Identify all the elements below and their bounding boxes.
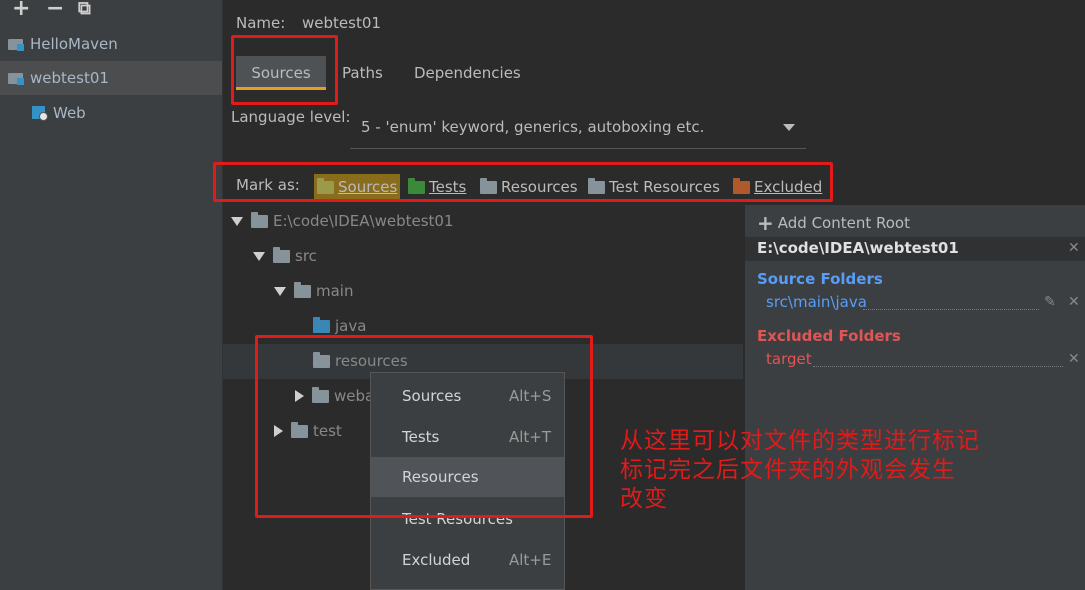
facet-label: Web [53,104,86,122]
folder-icon [294,281,311,298]
menu-item-label: Test Resources [402,510,513,528]
folder-icon [273,246,290,263]
folder-icon [251,211,268,228]
expand-down-icon[interactable] [253,251,265,261]
tree-item-main[interactable]: main [274,274,353,308]
tree-item-label: java [335,317,367,335]
tree-item-label: resources [335,352,408,370]
add-icon[interactable]: + [12,0,30,20]
language-level-value: 5 - 'enum' keyword, generics, autoboxing… [361,118,705,136]
module-label: webtest01 [30,69,109,87]
edit-pencil-icon[interactable]: ✎ [1044,294,1056,310]
menu-item-sources[interactable]: Sources Alt+S [371,376,564,416]
menu-item-test-resources[interactable]: Test Resources [371,499,564,539]
sources-folder-icon [317,177,334,194]
mark-sources-label: Sources [338,178,398,196]
add-content-root-label: Add Content Root [777,214,910,232]
excluded-folder-entry[interactable]: target [766,350,812,368]
tree-item-label: main [316,282,354,300]
dotted-leader [863,309,1039,310]
tree-item-src[interactable]: src [253,239,317,273]
expand-down-icon[interactable] [231,216,243,226]
expand-right-icon[interactable] [295,390,304,402]
resources-folder-icon [480,177,497,194]
annotation-line: 标记完之后文件夹的外观会发生 [620,457,956,483]
tree-item-java[interactable]: java [313,309,366,343]
tab-paths[interactable]: Paths [342,56,383,90]
menu-item-label: Resources [402,468,479,486]
name-field[interactable]: webtest01 [302,14,381,32]
close-icon[interactable]: ✕ [1068,294,1080,310]
menu-item-label: Sources [402,387,462,405]
source-folders-title: Source Folders [757,270,883,288]
module-icon [8,71,24,85]
module-label: HelloMaven [30,35,118,53]
tests-folder-icon [408,177,425,194]
mark-excluded-button[interactable]: Excluded [733,174,822,200]
source-folder-entry[interactable]: src\main\java [766,293,867,311]
menu-item-excluded[interactable]: Excluded Alt+E [371,540,564,580]
expand-right-icon[interactable] [274,425,283,437]
module-item-hellomaven[interactable]: HelloMaven [0,27,222,61]
menu-item-shortcut: Alt+S [509,387,552,405]
mark-tests-label: Tests [429,178,467,196]
annotation-line: 改变 [620,486,668,512]
content-root-panel: + Add Content Root E:\code\IDEA\webtest0… [745,205,1085,590]
mark-sources-button[interactable]: Sources [314,174,401,200]
menu-item-label: Excluded [402,551,471,569]
close-icon[interactable]: ✕ [1068,240,1080,256]
modules-panel: + − ⧉ HelloMaven webtest01 Web [0,0,223,590]
copy-icon[interactable]: ⧉ [78,0,91,20]
tree-item-test[interactable]: test [274,414,342,448]
menu-item-shortcut: Alt+E [509,551,552,569]
mark-test-resources-button[interactable]: Test Resources [588,174,720,200]
language-level-select[interactable]: 5 - 'enum' keyword, generics, autoboxing… [350,108,806,149]
web-facet-icon [32,105,48,121]
mark-resources-button[interactable]: Resources [480,174,578,200]
expand-down-icon[interactable] [274,286,286,296]
name-label: Name: [236,14,286,32]
mark-excluded-label: Excluded [754,178,823,196]
mark-resources-label: Resources [501,178,578,196]
mark-test-resources-label: Test Resources [609,178,720,196]
tree-item-label: E:\code\IDEA\webtest01 [273,212,454,230]
close-icon[interactable]: ✕ [1068,351,1080,367]
facet-item-web[interactable]: Web [0,96,222,130]
mark-tests-button[interactable]: Tests [408,174,466,200]
tab-dependencies[interactable]: Dependencies [414,56,521,90]
tree-item-root[interactable]: E:\code\IDEA\webtest01 [231,204,454,238]
mark-as-label: Mark as: [236,176,300,194]
excluded-folder-icon [733,177,750,194]
plus-icon: + [757,211,774,235]
test-resources-folder-icon [588,177,605,194]
annotation-note: 从这里可以对文件的类型进行标记 标记完之后文件夹的外观会发生 改变 [620,427,1070,514]
source-folder-icon [313,316,330,333]
content-root-path: E:\code\IDEA\webtest01 [757,239,959,257]
excluded-folders-title: Excluded Folders [757,327,901,345]
module-item-webtest01[interactable]: webtest01 [0,61,222,95]
language-level-label: Language level: [231,108,351,126]
folder-icon [313,351,330,368]
menu-item-label: Tests [402,428,440,446]
menu-item-resources[interactable]: Resources [371,457,564,497]
folder-icon [312,386,329,403]
menu-item-tests[interactable]: Tests Alt+T [371,417,564,457]
tree-item-label: src [295,247,317,265]
remove-icon[interactable]: − [46,0,64,20]
mark-as-context-menu: Sources Alt+S Tests Alt+T Resources Test… [370,372,565,590]
module-icon [8,37,24,51]
menu-item-shortcut: Alt+T [509,428,552,446]
add-content-root-button[interactable]: + Add Content Root [757,211,910,235]
annotation-line: 从这里可以对文件的类型进行标记 [620,428,980,454]
tree-item-label: test [313,422,342,440]
tab-sources[interactable]: Sources [236,56,326,90]
content-root-header: E:\code\IDEA\webtest01 ✕ [745,237,1085,261]
dotted-leader [813,366,1063,367]
chevron-down-icon [783,124,795,131]
folder-icon [291,421,308,438]
